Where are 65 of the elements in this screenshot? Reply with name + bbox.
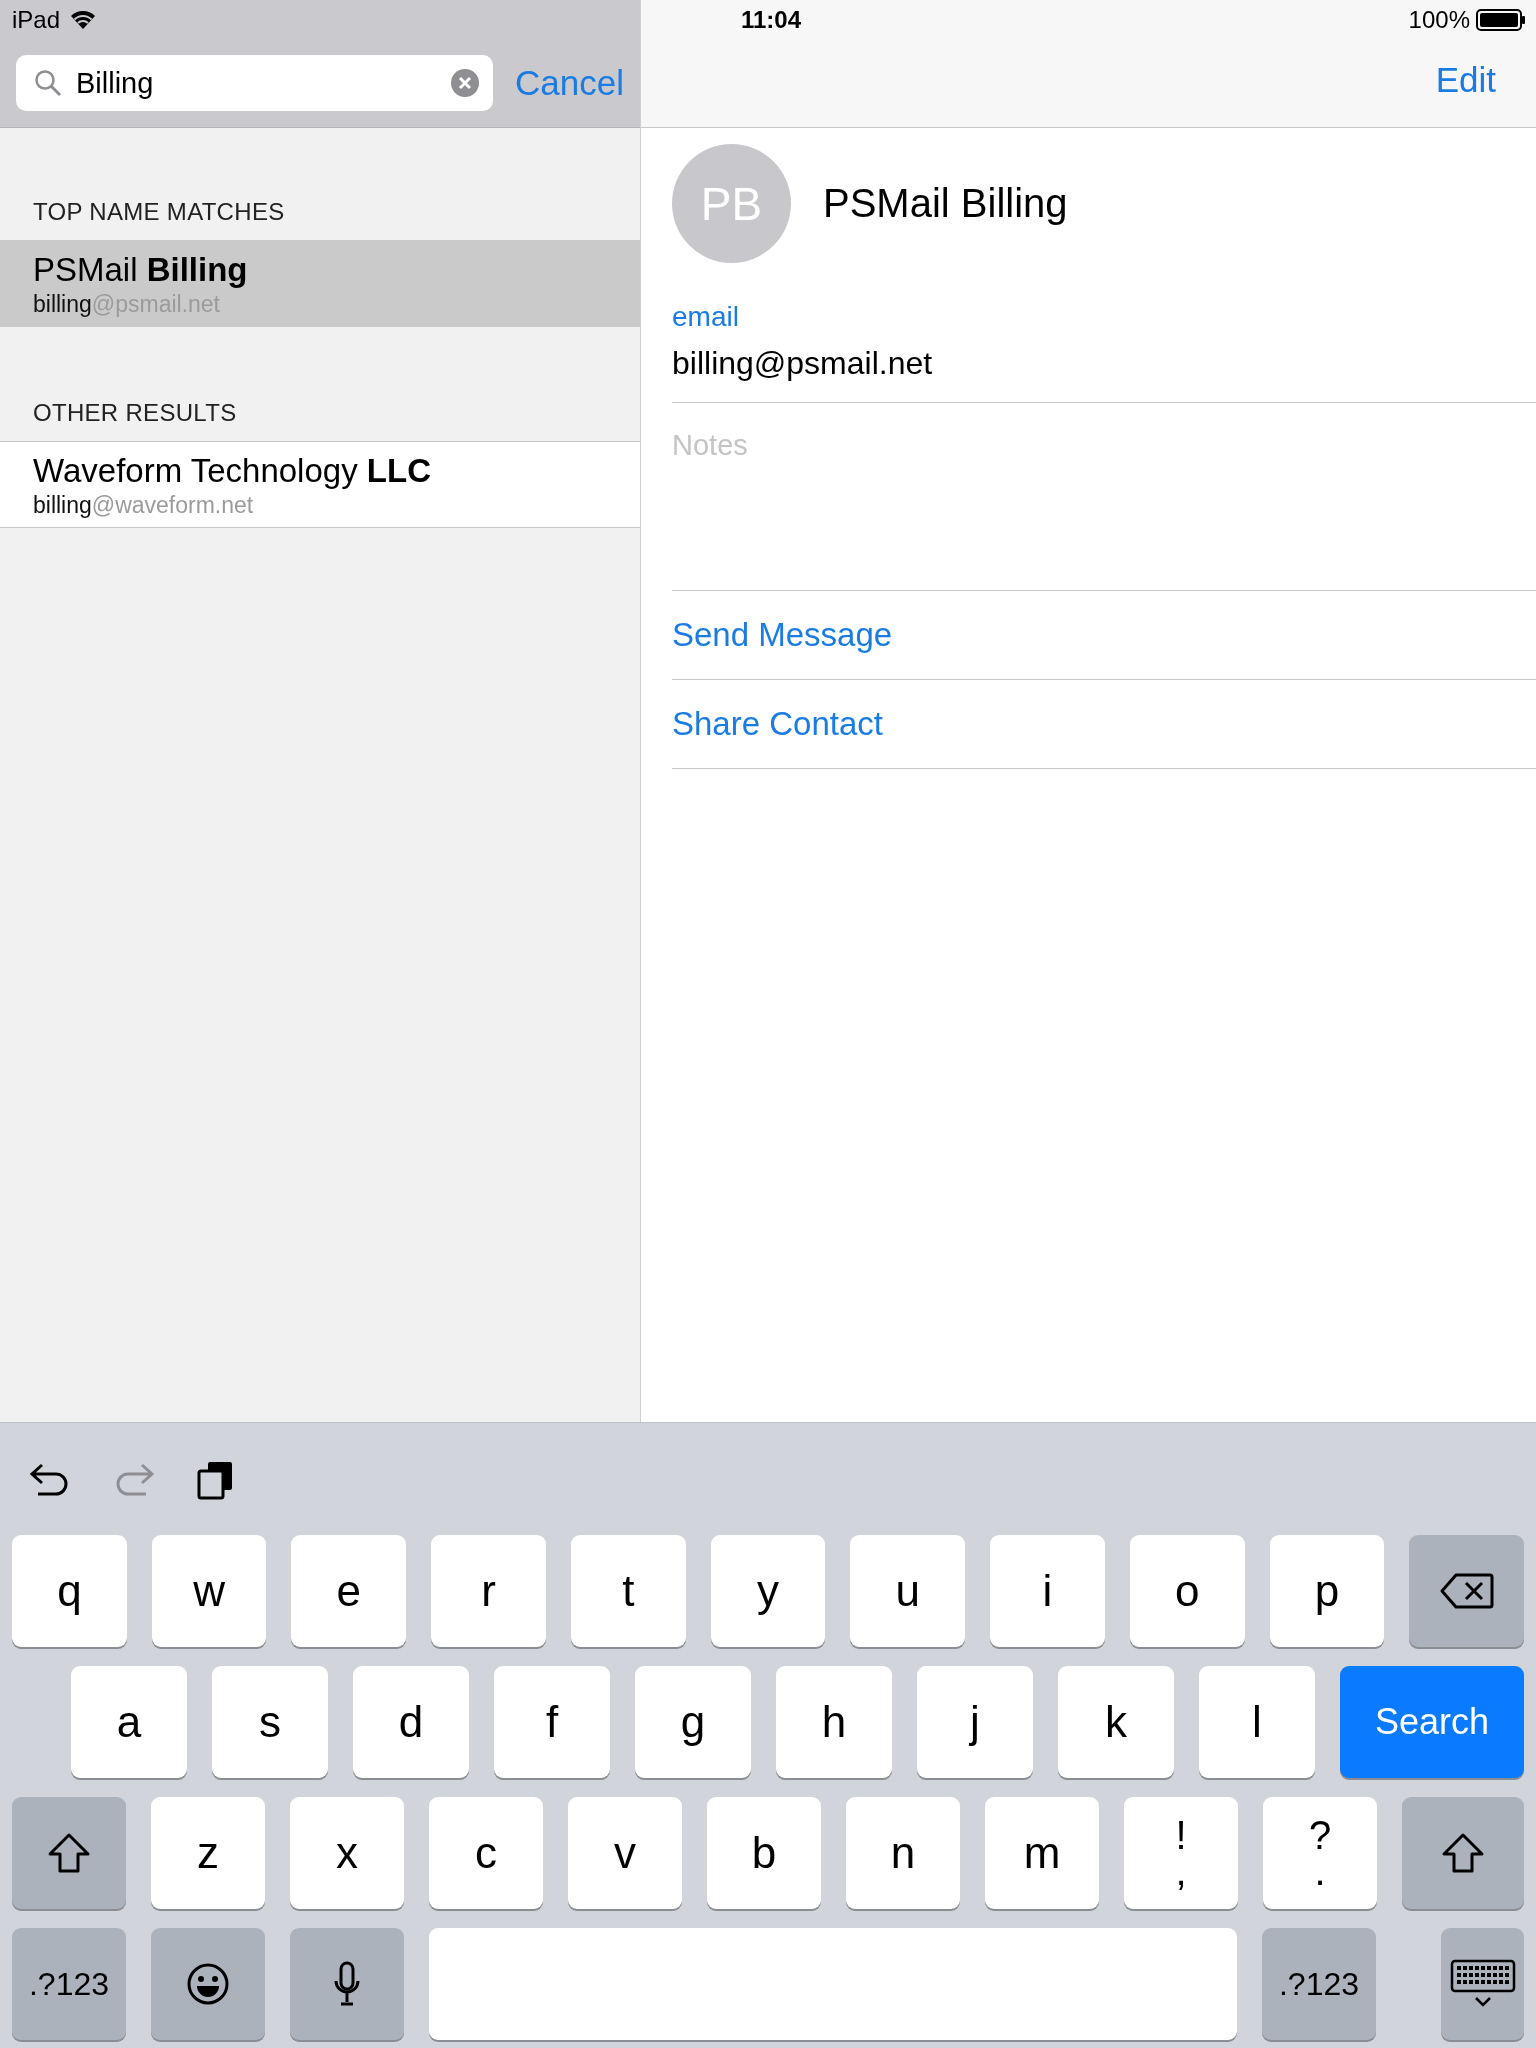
search-key[interactable]: Search <box>1340 1666 1524 1778</box>
key[interactable]: f <box>494 1666 610 1778</box>
edit-button[interactable]: Edit <box>1435 60 1496 100</box>
action-link[interactable]: Send Message <box>672 616 893 654</box>
key[interactable]: i <box>990 1535 1105 1647</box>
key[interactable]: k <box>1058 1666 1174 1778</box>
key[interactable]: s <box>212 1666 328 1778</box>
shift-icon <box>1441 1832 1485 1874</box>
search-icon <box>34 69 62 97</box>
key[interactable]: t <box>570 1535 686 1647</box>
contact-title: PSMail Billing <box>823 181 1068 226</box>
key[interactable]: y <box>710 1535 826 1647</box>
avatar: PB <box>672 144 791 263</box>
notes-field[interactable]: Notes <box>672 429 1072 462</box>
key[interactable]: b <box>707 1797 821 1909</box>
microphone-icon <box>333 1961 361 2007</box>
key[interactable]: w <box>151 1535 267 1647</box>
key[interactable]: h <box>776 1666 892 1778</box>
key[interactable]: ? . <box>1263 1797 1377 1909</box>
key[interactable]: o <box>1129 1535 1245 1647</box>
key[interactable]: j <box>917 1666 1033 1778</box>
backspace-key[interactable] <box>1409 1535 1525 1647</box>
contact-name: PSMail Billing <box>33 249 249 290</box>
field-label: email <box>672 301 740 333</box>
key[interactable]: r <box>431 1535 546 1647</box>
key[interactable]: g <box>635 1666 751 1778</box>
dismiss-keyboard-key[interactable] <box>1441 1928 1524 2040</box>
clock: 11:04 <box>741 6 803 34</box>
key[interactable]: a <box>71 1666 187 1778</box>
numbers-key[interactable]: .?123 <box>1262 1928 1376 2040</box>
key[interactable]: ! , <box>1124 1797 1238 1909</box>
search-field[interactable]: Billing <box>16 55 494 111</box>
key[interactable]: l <box>1199 1666 1315 1778</box>
keyboard-dismiss-icon <box>1449 1959 1516 2009</box>
section-header: OTHER RESULTS <box>32 398 238 428</box>
shift-key[interactable] <box>12 1797 126 1909</box>
device-name: iPad <box>12 6 61 34</box>
key[interactable]: x <box>290 1797 404 1909</box>
battery-icon <box>1476 9 1526 31</box>
key[interactable]: z <box>151 1797 265 1909</box>
battery-percent: 100% <box>1408 6 1470 34</box>
key[interactable]: e <box>291 1535 407 1647</box>
backspace-icon <box>1439 1573 1494 1609</box>
clear-icon[interactable] <box>451 69 480 97</box>
key[interactable]: v <box>568 1797 682 1909</box>
contact-email: billing@waveform.net <box>33 490 255 519</box>
key[interactable]: m <box>985 1797 1099 1909</box>
key[interactable]: c <box>429 1797 543 1909</box>
mic-key[interactable] <box>290 1928 404 2040</box>
shift-icon <box>47 1832 91 1874</box>
wifi-icon <box>70 10 97 30</box>
section-header: TOP NAME MATCHES <box>32 197 286 227</box>
key[interactable]: d <box>353 1666 469 1778</box>
action-link[interactable]: Share Contact <box>672 705 883 743</box>
shift-key[interactable] <box>1402 1797 1524 1909</box>
key[interactable]: n <box>846 1797 960 1909</box>
result-row[interactable]: Waveform Technology LLC billing@waveform.net <box>0 441 640 528</box>
emoji-key[interactable] <box>151 1928 265 2040</box>
field-value: billing@psmail.net <box>672 333 1536 403</box>
contact-name: Waveform Technology LLC <box>33 450 432 491</box>
key[interactable]: q <box>12 1535 127 1647</box>
key[interactable]: u <box>850 1535 966 1647</box>
numbers-key[interactable]: .?123 <box>12 1928 126 2040</box>
smiley-icon <box>186 1962 230 2006</box>
key[interactable]: p <box>1269 1535 1385 1647</box>
